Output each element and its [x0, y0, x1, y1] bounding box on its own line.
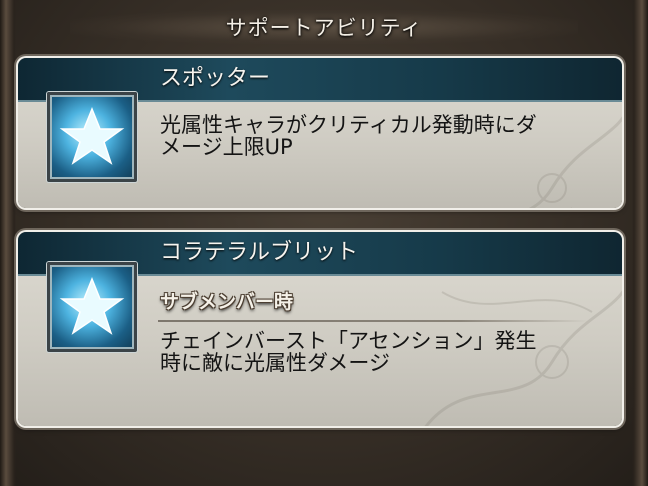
- ability-description: チェインバースト「アセンション」発生 時に敵に光属性ダメージ: [160, 330, 600, 374]
- star-icon: [47, 92, 137, 182]
- description-line: メージ上限UP: [160, 135, 293, 159]
- description-line: 光属性キャラがクリティカル発動時にダ: [160, 113, 537, 137]
- ability-card-collateral-bullet[interactable]: コラテラルブリット サブメンバー時 チェインバースト「アセンション」発生 時に敵…: [18, 232, 622, 426]
- description-line: 時に敵に光属性ダメージ: [160, 351, 390, 375]
- ability-condition-label: サブメンバー時: [160, 291, 294, 313]
- description-line: チェインバースト「アセンション」発生: [160, 329, 537, 353]
- section-header: サポートアビリティ: [70, 10, 578, 44]
- section-title: サポートアビリティ: [225, 16, 423, 40]
- ability-name: スポッター: [160, 66, 271, 91]
- divider: [158, 320, 588, 322]
- ability-card-spotter[interactable]: スポッター 光属性キャラがクリティカル発動時にダ メージ上限UP: [18, 58, 622, 208]
- star-icon: [47, 262, 137, 352]
- ability-description: 光属性キャラがクリティカル発動時にダ メージ上限UP: [160, 114, 600, 158]
- ability-name: コラテラルブリット: [160, 240, 359, 265]
